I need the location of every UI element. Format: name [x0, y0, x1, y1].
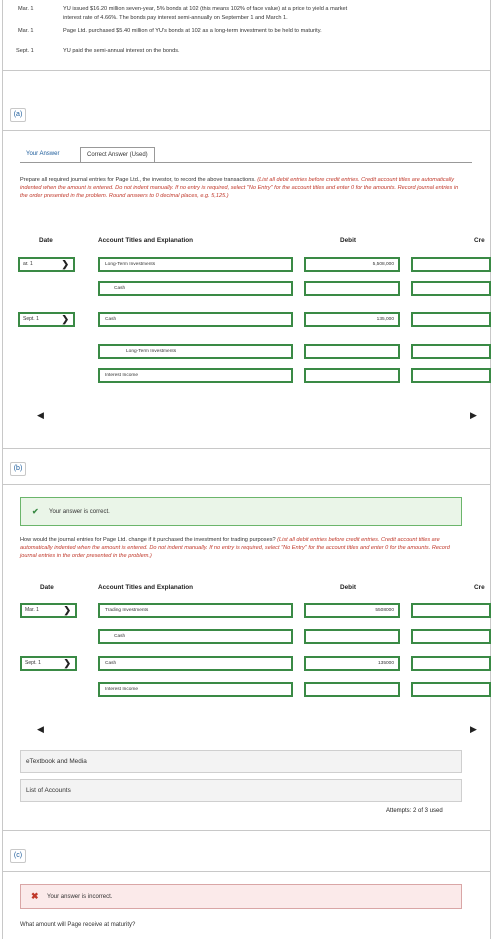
credit-field[interactable] [411, 603, 491, 618]
header-account: Account Titles and Explanation [98, 584, 194, 591]
debit-field[interactable] [304, 682, 400, 697]
transaction-text: YU paid the semi-annual interest on the … [63, 48, 180, 54]
account-field[interactable]: Interest Income [98, 368, 293, 383]
transaction-date: Mar. 1 [18, 28, 34, 34]
date-select[interactable]: Mar. 1 ❯ [20, 603, 77, 618]
credit-field[interactable] [411, 629, 491, 644]
tab-your-answer[interactable]: Your Answer [20, 147, 65, 162]
credit-field[interactable] [411, 368, 491, 383]
header-date: Date [40, 584, 54, 591]
account-field[interactable]: Cash [98, 629, 293, 644]
date-select[interactable]: Sept. 1 ❯ [20, 656, 77, 671]
credit-field[interactable] [411, 656, 491, 671]
debit-field[interactable] [304, 368, 400, 383]
credit-field[interactable] [411, 344, 491, 359]
credit-field[interactable] [411, 682, 491, 697]
date-select[interactable]: Sept. 1 ❯ [18, 312, 75, 327]
tab-underline [20, 162, 472, 163]
transaction-date: Mar. 1 [18, 6, 34, 12]
list-of-accounts-button[interactable]: List of Accounts [20, 779, 462, 802]
chevron-down-icon: ❯ [61, 314, 69, 324]
account-field[interactable]: Long-Term Investments [98, 257, 293, 272]
part-a-label: (a) [10, 108, 26, 122]
part-c-label: (c) [10, 849, 26, 863]
check-icon: ✔ [32, 507, 39, 516]
divider [3, 130, 490, 131]
account-field[interactable]: Trading Investments [98, 603, 293, 618]
attempts-counter: Attempts: 2 of 3 used [386, 808, 443, 814]
transaction-text: YU issued $16.20 million seven-year, 5% … [63, 6, 348, 21]
incorrect-banner: ✖ Your answer is incorrect. [20, 884, 462, 909]
debit-field[interactable]: 135,000 [304, 312, 400, 327]
debit-field[interactable] [304, 281, 400, 296]
x-icon: ✖ [31, 891, 39, 901]
scroll-right-icon[interactable]: ▶ [470, 724, 477, 735]
scroll-left-icon[interactable]: ◀ [37, 410, 44, 421]
account-field[interactable]: Cash [98, 312, 293, 327]
chevron-down-icon: ❯ [61, 259, 69, 269]
part-b-question: How would the journal entries for Page L… [20, 537, 450, 559]
header-account: Account Titles and Explanation [98, 237, 194, 244]
account-field[interactable]: Cash [98, 281, 293, 296]
debit-field[interactable] [304, 629, 400, 644]
tab-correct-answer[interactable]: Correct Answer (Used) [80, 147, 155, 162]
scroll-left-icon[interactable]: ◀ [37, 724, 44, 735]
date-select[interactable]: ar. 1 ❯ [18, 257, 75, 272]
credit-field[interactable] [411, 312, 491, 327]
account-field[interactable]: Cash [98, 656, 293, 671]
debit-field[interactable]: 5,508,000 [304, 257, 400, 272]
debit-field[interactable] [304, 344, 400, 359]
debit-field[interactable]: 135000 [304, 656, 400, 671]
etextbook-button[interactable]: eTextbook and Media [20, 750, 462, 773]
credit-field[interactable] [411, 257, 491, 272]
scroll-right-icon[interactable]: ▶ [470, 410, 477, 421]
chevron-down-icon: ❯ [63, 658, 71, 668]
divider [3, 871, 490, 872]
correct-banner: ✔ Your answer is correct. [20, 497, 462, 526]
divider [3, 830, 490, 831]
header-date: Date [39, 237, 53, 244]
account-field[interactable]: Interest Income [98, 682, 293, 697]
part-b-label: (b) [10, 462, 26, 476]
transaction-text: Page Ltd. purchased $5.40 million of YU'… [63, 28, 322, 34]
debit-field[interactable]: 5508000 [304, 603, 400, 618]
divider [3, 70, 490, 71]
header-debit: Debit [340, 237, 356, 244]
divider [3, 484, 490, 485]
account-field[interactable]: Long-Term Investments [98, 344, 293, 359]
chevron-down-icon: ❯ [63, 605, 71, 615]
divider [3, 448, 490, 449]
credit-field[interactable] [411, 281, 491, 296]
header-debit: Debit [340, 584, 356, 591]
part-a-instructions: Prepare all required journal entries for… [20, 177, 459, 199]
header-credit: Cre [474, 584, 485, 591]
part-c-question: What amount will Page receive at maturit… [20, 922, 136, 928]
transaction-date: Sept. 1 [16, 48, 34, 54]
header-credit: Cre [474, 237, 485, 244]
